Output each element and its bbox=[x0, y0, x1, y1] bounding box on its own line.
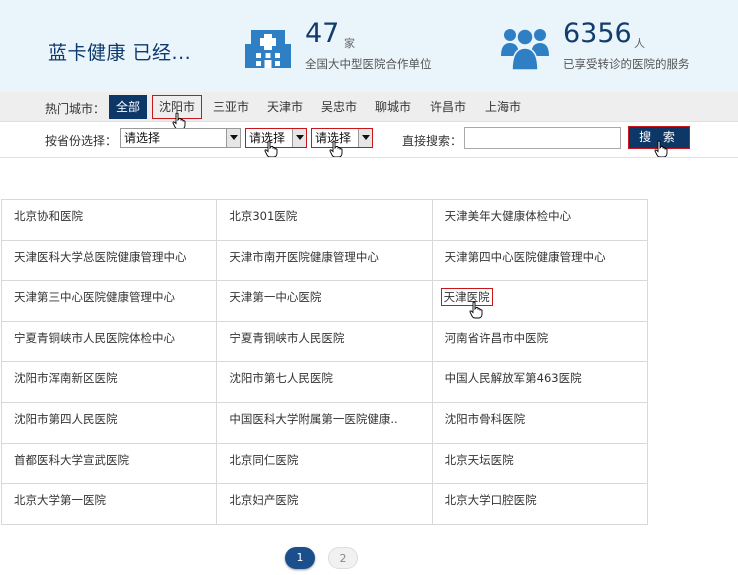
hand-cursor-icon bbox=[329, 140, 343, 158]
city-tab-liaocheng[interactable]: 聊城市 bbox=[369, 95, 417, 119]
divider bbox=[0, 157, 738, 158]
hospital-link[interactable]: 北京大学第一医院 bbox=[14, 493, 106, 507]
hospital-cell[interactable]: 北京天坛医院 bbox=[432, 443, 648, 485]
hospital-link[interactable]: 天津第一中心医院 bbox=[229, 290, 321, 304]
hospital-link-highlighted[interactable]: 天津医院 bbox=[440, 288, 493, 307]
hospital-cell[interactable]: 沈阳市第四人民医院 bbox=[2, 402, 218, 444]
hospital-link[interactable]: 沈阳市第四人民医院 bbox=[14, 412, 118, 426]
brand-title: 蓝卡健康 已经... bbox=[48, 42, 192, 64]
header-banner: 蓝卡健康 已经... 47 家 全国大中型医院合作单位 6356 人 已享受转诊… bbox=[0, 0, 738, 92]
page-button-next[interactable]: 2 bbox=[328, 547, 358, 569]
hospital-link[interactable]: 中国医科大学附属第一医院健康.. bbox=[229, 412, 397, 426]
hospital-cell[interactable]: 天津第三中心医院健康管理中心 bbox=[2, 281, 218, 322]
chevron-down-icon bbox=[292, 129, 306, 147]
direct-search-label: 直接搜索： bbox=[402, 134, 463, 148]
stat-hospitals-unit: 家 bbox=[344, 37, 355, 50]
province-select-value: 请选择 bbox=[124, 131, 161, 145]
hospital-cell[interactable]: 天津第四中心医院健康管理中心 bbox=[432, 240, 648, 282]
table-row: 天津医科大学总医院健康管理中心 天津市南开医院健康管理中心 天津第四中心医院健康… bbox=[2, 240, 648, 282]
hospital-cell[interactable]: 北京大学第一医院 bbox=[2, 484, 218, 525]
table-row: 北京大学第一医院 北京妇产医院 北京大学口腔医院 bbox=[2, 484, 648, 525]
hospital-link[interactable]: 北京天坛医院 bbox=[445, 453, 514, 467]
hospital-cell[interactable]: 北京大学口腔医院 bbox=[432, 484, 648, 525]
hospital-link[interactable]: 首都医科大学宣武医院 bbox=[14, 453, 129, 467]
stat-patients-unit: 人 bbox=[634, 37, 645, 50]
hand-cursor-icon bbox=[654, 140, 668, 158]
chevron-down-icon bbox=[358, 129, 372, 147]
city-tab-tianjin[interactable]: 天津市 bbox=[261, 95, 309, 119]
hospital-cell[interactable]: 北京妇产医院 bbox=[217, 484, 433, 525]
stat-hospitals-desc: 全国大中型医院合作单位 bbox=[305, 57, 432, 71]
table-row: 沈阳市浑南新区医院 沈阳市第七人民医院 中国人民解放军第463医院 bbox=[2, 362, 648, 403]
stat-hospitals-number: 47 bbox=[305, 18, 340, 49]
hospital-cell[interactable]: 北京同仁医院 bbox=[217, 443, 433, 485]
page-button-current[interactable]: 1 bbox=[285, 547, 315, 569]
filter-bar: 按省份选择： 请选择 请选择 请选择 直接搜索： 搜 索 bbox=[0, 123, 738, 158]
hospital-cell[interactable]: 中国人民解放军第463医院 bbox=[432, 362, 648, 403]
city-tab-wuzhong[interactable]: 吴忠市 bbox=[315, 95, 363, 119]
hospital-link[interactable]: 北京同仁医院 bbox=[229, 453, 298, 467]
hospital-cell[interactable]: 北京协和医院 bbox=[2, 200, 218, 241]
hospital-cell[interactable]: 河南省许昌市中医院 bbox=[432, 321, 648, 363]
hospital-link[interactable]: 北京大学口腔医院 bbox=[445, 493, 537, 507]
table-row: 北京协和医院 北京301医院 天津美年大健康体检中心 bbox=[2, 200, 648, 241]
hospital-link[interactable]: 天津市南开医院健康管理中心 bbox=[229, 250, 379, 264]
hospital-link[interactable]: 天津第四中心医院健康管理中心 bbox=[445, 250, 606, 264]
province-select[interactable]: 请选择 bbox=[120, 128, 241, 148]
hospital-cell[interactable]: 天津医科大学总医院健康管理中心 bbox=[2, 240, 218, 282]
hand-cursor-icon bbox=[264, 140, 278, 158]
city-tab-xuchang[interactable]: 许昌市 bbox=[424, 95, 472, 119]
hospital-cell[interactable]: 天津医院 bbox=[432, 281, 648, 322]
hospital-cell[interactable]: 沈阳市骨科医院 bbox=[432, 402, 648, 444]
city-tab-sanya[interactable]: 三亚市 bbox=[207, 95, 255, 119]
province-label: 按省份选择： bbox=[45, 134, 118, 148]
hospital-cell[interactable]: 首都医科大学宣武医院 bbox=[2, 443, 218, 485]
table-row: 沈阳市第四人民医院 中国医科大学附属第一医院健康.. 沈阳市骨科医院 bbox=[2, 402, 648, 444]
search-input[interactable] bbox=[464, 127, 621, 149]
table-row: 宁夏青铜峡市人民医院体检中心 宁夏青铜峡市人民医院 河南省许昌市中医院 bbox=[2, 321, 648, 363]
city-tab-all[interactable]: 全部 bbox=[109, 95, 147, 119]
hospital-link[interactable]: 沈阳市浑南新区医院 bbox=[14, 371, 118, 385]
hospital-link[interactable]: 宁夏青铜峡市人民医院 bbox=[229, 331, 344, 345]
hospital-link[interactable]: 宁夏青铜峡市人民医院体检中心 bbox=[14, 331, 175, 345]
hospital-cell[interactable]: 宁夏青铜峡市人民医院体检中心 bbox=[2, 321, 218, 363]
hospital-table: 北京协和医院 北京301医院 天津美年大健康体检中心 天津医科大学总医院健康管理… bbox=[1, 199, 648, 525]
hospital-icon bbox=[245, 30, 291, 68]
hospital-cell[interactable]: 北京301医院 bbox=[217, 200, 433, 241]
city-tab-shanghai[interactable]: 上海市 bbox=[479, 95, 527, 119]
table-row: 天津第三中心医院健康管理中心 天津第一中心医院 天津医院 bbox=[2, 281, 648, 322]
hand-cursor-icon bbox=[469, 301, 483, 319]
hospital-link[interactable]: 北京协和医院 bbox=[14, 209, 83, 223]
table-row: 首都医科大学宣武医院 北京同仁医院 北京天坛医院 bbox=[2, 443, 648, 485]
hot-cities-label: 热门城市： bbox=[45, 102, 106, 116]
hospital-link[interactable]: 天津第三中心医院健康管理中心 bbox=[14, 290, 175, 304]
hot-cities-bar: 热门城市： 全部 沈阳市 三亚市 天津市 吴忠市 聊城市 许昌市 上海市 bbox=[0, 92, 738, 130]
people-group-icon bbox=[501, 28, 549, 71]
hospital-cell[interactable]: 天津美年大健康体检中心 bbox=[432, 200, 648, 241]
hospital-link[interactable]: 河南省许昌市中医院 bbox=[445, 331, 549, 345]
hospital-link[interactable]: 沈阳市第七人民医院 bbox=[229, 371, 333, 385]
hospital-cell[interactable]: 天津市南开医院健康管理中心 bbox=[217, 240, 433, 282]
stat-patients-desc: 已享受转诊的医院的服务 bbox=[563, 57, 690, 71]
stat-patients-number: 6356 bbox=[563, 18, 632, 49]
hospital-cell[interactable]: 沈阳市第七人民医院 bbox=[217, 362, 433, 403]
hospital-link[interactable]: 沈阳市骨科医院 bbox=[445, 412, 526, 426]
hospital-cell[interactable]: 沈阳市浑南新区医院 bbox=[2, 362, 218, 403]
hospital-cell[interactable]: 宁夏青铜峡市人民医院 bbox=[217, 321, 433, 363]
chevron-down-icon bbox=[226, 129, 240, 147]
hospital-link[interactable]: 中国人民解放军第463医院 bbox=[445, 371, 582, 385]
hospital-link[interactable]: 北京301医院 bbox=[229, 209, 297, 223]
hospital-link[interactable]: 天津美年大健康体检中心 bbox=[445, 209, 572, 223]
hospital-cell[interactable]: 中国医科大学附属第一医院健康.. bbox=[217, 402, 433, 444]
hospital-link[interactable]: 北京妇产医院 bbox=[229, 493, 298, 507]
hospital-cell[interactable]: 天津第一中心医院 bbox=[217, 281, 433, 322]
hospital-link[interactable]: 天津医科大学总医院健康管理中心 bbox=[14, 250, 187, 264]
